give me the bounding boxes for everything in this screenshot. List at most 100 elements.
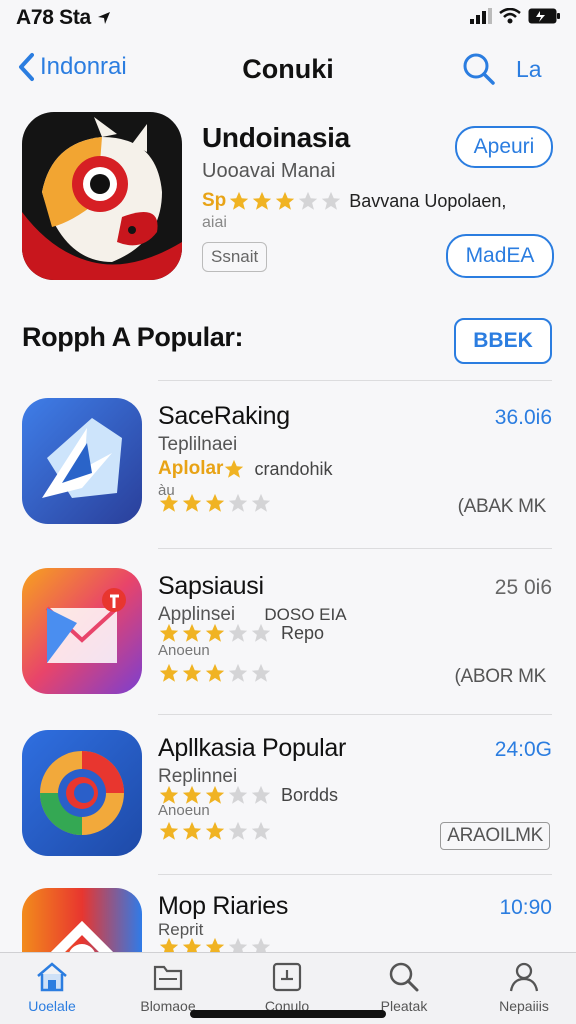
app-action[interactable]: (ABOR MK	[454, 666, 546, 688]
section-button[interactable]: BBEK	[454, 318, 552, 364]
open-button[interactable]: Apeuri	[455, 126, 553, 168]
star-filled-icon	[205, 821, 225, 840]
nav-right-button[interactable]: La	[516, 56, 542, 83]
star-filled-icon	[182, 821, 202, 840]
status-time: A78 Sta	[16, 6, 111, 30]
star-filled-icon	[205, 937, 225, 952]
rating-text: Bavvana Uopolaen,	[349, 190, 507, 211]
divider	[158, 714, 552, 715]
navigation-bar: Indonrai Conuki La	[0, 44, 576, 100]
star-filled-icon	[182, 663, 202, 682]
featured-app-name: Undoinasia	[202, 122, 350, 153]
star-empty-icon	[228, 663, 248, 682]
app-icon[interactable]	[22, 888, 142, 952]
home-icon	[37, 962, 67, 992]
app-icon[interactable]	[22, 730, 142, 856]
app-icon[interactable]	[22, 398, 142, 524]
app-rating-stars	[158, 820, 273, 842]
battery-icon	[528, 8, 560, 24]
list-item[interactable]: SaceRaking Teplilnaei 36.0i6 Aplolar cra…	[0, 398, 576, 548]
star-empty-icon	[322, 191, 341, 210]
star-filled-icon	[159, 821, 179, 840]
tab-calendar[interactable]: Conulo	[237, 959, 337, 1014]
star-icon	[225, 459, 244, 478]
more-button[interactable]: MadEA	[446, 234, 554, 278]
star-filled-icon	[182, 623, 202, 642]
star-filled-icon	[205, 623, 225, 642]
app-tag-text: Bordds	[281, 784, 339, 805]
app-rating-stars	[158, 492, 273, 514]
signal-icon	[470, 8, 492, 24]
star-empty-icon	[228, 785, 248, 804]
featured-app[interactable]: Undoinasia Uooavai Manai Sp Bavvana Uopo…	[0, 110, 576, 290]
divider	[158, 548, 552, 549]
app-mini-label: Anoeun	[158, 642, 210, 659]
section-title: Ropph A Popular:	[22, 322, 244, 352]
calendar-icon	[272, 962, 302, 992]
folder-icon	[153, 965, 183, 991]
tab-profile[interactable]: Nepaiiis	[474, 959, 574, 1014]
app-price[interactable]: 10:90	[499, 896, 552, 920]
star-empty-icon	[228, 623, 248, 642]
star-filled-icon	[253, 191, 272, 210]
star-empty-icon	[299, 191, 318, 210]
app-name: Sapsiausi	[158, 572, 264, 600]
status-icons	[470, 8, 560, 24]
star-filled-icon	[205, 493, 225, 512]
star-filled-icon	[159, 623, 179, 642]
app-action[interactable]: (ABAK MK	[458, 496, 547, 518]
star-empty-icon	[251, 493, 271, 512]
app-rating-stars	[158, 662, 273, 684]
status-bar: A78 Sta	[0, 0, 576, 36]
app-tag-line: Aplolar crandohik	[158, 458, 333, 480]
app-icon[interactable]	[22, 568, 142, 694]
featured-tag: Ssnait	[202, 242, 268, 272]
app-subtitle: Teplilnaei	[158, 434, 238, 455]
app-tag-text: Repo	[281, 622, 325, 643]
tab-search[interactable]: Pleatak	[354, 959, 454, 1014]
person-icon	[509, 962, 539, 992]
app-price[interactable]: 36.0i6	[495, 406, 552, 430]
star-empty-icon	[251, 623, 271, 642]
location-arrow-icon	[97, 12, 110, 25]
list-item[interactable]: Mop Riaries Reprit 10:90	[0, 888, 576, 952]
star-empty-icon	[228, 937, 248, 952]
featured-rating: Sp Bavvana Uopolaen,	[202, 190, 506, 212]
search-icon	[463, 53, 495, 85]
app-price[interactable]: 25 0i6	[495, 576, 552, 600]
featured-note: aiai	[202, 214, 227, 231]
app-action[interactable]: ARAOILMK	[440, 822, 550, 850]
tab-label: Nepaiiis	[499, 998, 549, 1014]
star-filled-icon	[159, 663, 179, 682]
star-filled-icon	[276, 191, 295, 210]
tab-label: Uoelale	[28, 998, 76, 1014]
featured-app-icon[interactable]	[22, 112, 182, 280]
star-filled-icon	[182, 493, 202, 512]
star-empty-icon	[251, 821, 271, 840]
star-filled-icon	[182, 937, 202, 952]
star-filled-icon	[230, 191, 249, 210]
list-item[interactable]: Apllkasia Popular Replinnei 24:0G Bordds…	[0, 730, 576, 880]
search-icon	[389, 962, 419, 992]
tab-browse[interactable]: Blomaoe	[118, 959, 218, 1014]
star-empty-icon	[251, 785, 271, 804]
star-empty-icon	[228, 821, 248, 840]
tab-home[interactable]: Uoelale	[2, 959, 102, 1014]
app-name: Mop Riaries	[158, 892, 289, 920]
list-item[interactable]: Sapsiausi Applinsei DOSO EIA 25 0i6 Repo…	[0, 568, 576, 718]
star-empty-icon	[251, 663, 271, 682]
star-filled-icon	[159, 493, 179, 512]
app-price[interactable]: 24:0G	[495, 738, 552, 762]
divider	[158, 380, 552, 381]
app-tag-line: Repo	[158, 622, 324, 644]
home-indicator[interactable]	[190, 1010, 386, 1018]
search-button[interactable]	[462, 52, 496, 91]
star-empty-icon	[228, 493, 248, 512]
star-filled-icon	[205, 663, 225, 682]
app-tag-text: crandohik	[254, 458, 333, 479]
app-tag-label: Aplolar	[158, 458, 224, 479]
divider	[158, 874, 552, 875]
wifi-icon	[499, 8, 521, 24]
app-name: Apllkasia Popular	[158, 734, 347, 762]
app-mini-label: Anoeun	[158, 802, 210, 819]
